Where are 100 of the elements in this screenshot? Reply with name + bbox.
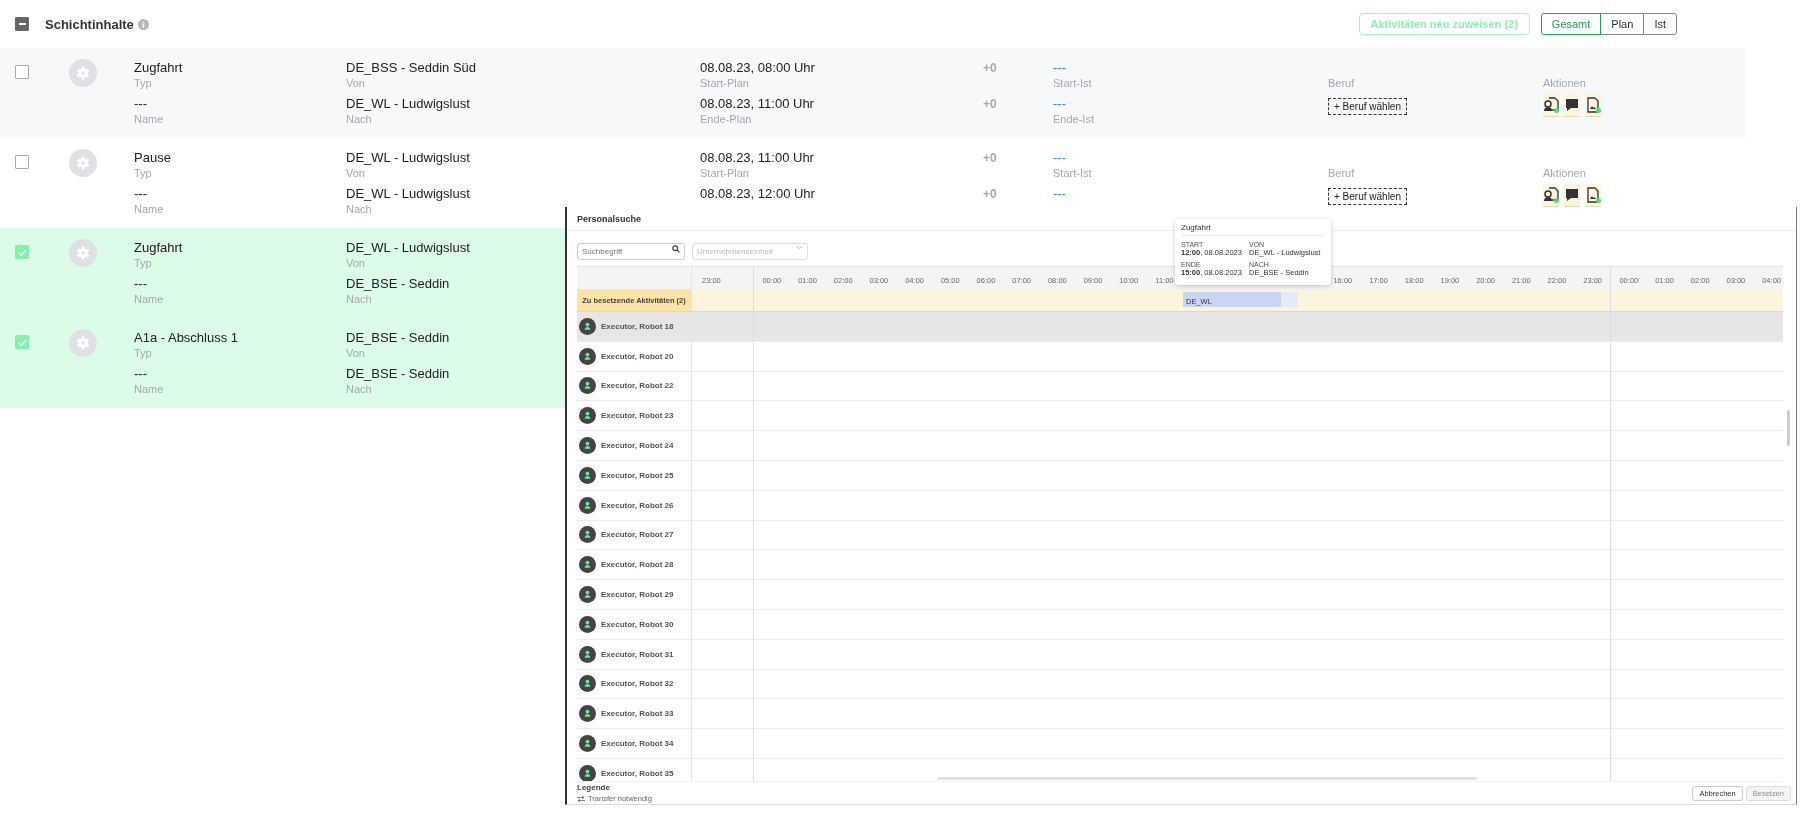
executor-row[interactable]: Executor, Robot 33 bbox=[577, 699, 1783, 730]
unit-dropdown[interactable]: Unternehmenseinheit bbox=[692, 243, 808, 260]
field-value: DE_WL - Ludwigslust bbox=[346, 150, 470, 166]
gear-icon bbox=[69, 59, 97, 87]
field-label: Von bbox=[346, 346, 365, 360]
avatar-icon bbox=[579, 317, 596, 335]
row-checkbox[interactable] bbox=[15, 245, 29, 259]
executor-row[interactable]: Executor, Robot 27 bbox=[577, 520, 1783, 551]
executor-name: Executor, Robot 20 bbox=[601, 351, 674, 361]
field-value: 08.08.23, 08:00 Uhr bbox=[700, 60, 815, 76]
image-document-icon bbox=[1585, 93, 1601, 117]
field-value: DE_BSE - Seddin bbox=[346, 330, 450, 346]
field-label: Ende-Plan bbox=[700, 112, 752, 126]
executor-name: Executor, Robot 24 bbox=[601, 441, 674, 451]
field-value: 08.08.23, 11:00 Uhr bbox=[700, 96, 814, 112]
row-checkbox[interactable] bbox=[15, 155, 29, 169]
executor-name: Executor, Robot 34 bbox=[601, 739, 674, 749]
person-document-icon bbox=[1543, 183, 1559, 207]
gear-icon bbox=[69, 149, 97, 177]
field-value: --- bbox=[1053, 150, 1066, 166]
field-value: --- bbox=[134, 96, 147, 112]
view-tab[interactable]: Plan bbox=[1600, 13, 1645, 35]
field-label: Beruf bbox=[1328, 166, 1356, 180]
field-value: A1a - Abschluss 1 bbox=[134, 330, 239, 346]
field-value: Pause bbox=[134, 150, 171, 166]
executor-row[interactable]: Executor, Robot 28 bbox=[577, 550, 1783, 581]
executor-name: Executor, Robot 33 bbox=[601, 709, 674, 719]
field-label: Name bbox=[134, 292, 164, 306]
section-title: Schichtinhalte bbox=[45, 16, 134, 32]
field-label: Nach bbox=[346, 112, 372, 126]
executor-name: Executor, Robot 35 bbox=[601, 768, 674, 778]
field-label: Ende-Ist bbox=[1053, 112, 1094, 126]
field-label: Start-Ist bbox=[1053, 76, 1092, 90]
search-icon bbox=[672, 245, 680, 253]
field-label: Aktionen bbox=[1543, 166, 1587, 180]
select-all-checkbox[interactable] bbox=[15, 17, 29, 31]
avatar-icon bbox=[579, 764, 596, 781]
field-label: Beruf bbox=[1328, 76, 1356, 90]
search-field[interactable]: Suchbegriff bbox=[577, 243, 685, 260]
executor-row[interactable]: Executor, Robot 29 bbox=[577, 580, 1783, 610]
field-value: 08.08.23, 11:00 Uhr bbox=[700, 150, 814, 166]
row-checkbox[interactable] bbox=[15, 335, 29, 349]
delta-value: +0 bbox=[983, 150, 998, 167]
executor-name: Executor, Robot 27 bbox=[601, 530, 674, 540]
field-label: Typ bbox=[134, 76, 152, 90]
comment-icon bbox=[1564, 93, 1580, 117]
executor-name: Executor, Robot 22 bbox=[601, 381, 674, 391]
field-label: Name bbox=[134, 202, 164, 216]
executor-row[interactable]: Executor, Robot 31 bbox=[577, 639, 1783, 670]
image-document-icon bbox=[1585, 183, 1601, 207]
field-value: --- bbox=[134, 186, 147, 202]
executor-name: Executor, Robot 28 bbox=[601, 560, 674, 570]
executor-row[interactable]: Executor, Robot 25 bbox=[577, 461, 1783, 491]
avatar-icon bbox=[579, 556, 596, 574]
executor-row[interactable]: Executor, Robot 20 bbox=[577, 341, 1783, 372]
field-label: Typ bbox=[134, 346, 152, 360]
avatar-icon bbox=[579, 466, 596, 484]
tooltip-title: Zugfahrt bbox=[1181, 219, 1325, 236]
executor-name: Executor, Robot 18 bbox=[601, 321, 674, 331]
profession-button[interactable]: + Beruf wählen bbox=[1328, 188, 1407, 205]
field-value: DE_BSE - Seddin bbox=[346, 366, 450, 382]
delta-value: +0 bbox=[983, 96, 998, 113]
executor-row[interactable]: Executor, Robot 22 bbox=[577, 371, 1783, 402]
executor-row[interactable]: Executor, Robot 23 bbox=[577, 401, 1783, 432]
field-value: --- bbox=[134, 276, 147, 292]
field-label: Typ bbox=[134, 256, 152, 270]
field-label: Start-Plan bbox=[700, 76, 749, 90]
row-checkbox[interactable] bbox=[15, 65, 29, 79]
executor-row[interactable]: Executor, Robot 18 bbox=[577, 312, 1783, 342]
field-value: --- bbox=[134, 366, 147, 382]
avatar-icon bbox=[579, 347, 596, 365]
field-value: DE_WL - Ludwigslust bbox=[346, 96, 470, 112]
avatar-icon bbox=[579, 586, 596, 604]
field-label: Name bbox=[134, 112, 164, 126]
executor-name: Executor, Robot 25 bbox=[601, 470, 674, 480]
executor-name: Executor, Robot 29 bbox=[601, 590, 674, 600]
view-tab[interactable]: Ist bbox=[1643, 13, 1677, 35]
delta-value: +0 bbox=[983, 186, 998, 203]
executor-row[interactable]: Executor, Robot 26 bbox=[577, 490, 1783, 521]
scrollbar[interactable] bbox=[1787, 410, 1790, 446]
avatar-icon bbox=[579, 735, 596, 753]
executor-row[interactable]: Executor, Robot 34 bbox=[577, 729, 1783, 759]
executor-row[interactable]: Executor, Robot 32 bbox=[577, 669, 1783, 700]
executor-row[interactable]: Executor, Robot 24 bbox=[577, 431, 1783, 461]
comment-icon bbox=[1564, 183, 1580, 207]
field-label: Aktionen bbox=[1543, 76, 1587, 90]
legend-title: Legende bbox=[577, 783, 611, 792]
field-value: DE_WL - Ludwigslust bbox=[346, 240, 470, 256]
field-label: Von bbox=[346, 166, 365, 180]
executor-name: Executor, Robot 31 bbox=[601, 649, 674, 659]
person-document-icon bbox=[1543, 93, 1559, 117]
profession-button[interactable]: + Beruf wählen bbox=[1328, 98, 1407, 115]
field-label: Nach bbox=[346, 202, 372, 216]
field-value: --- bbox=[1053, 60, 1066, 76]
field-value: DE_WL - Ludwigslust bbox=[346, 186, 470, 202]
gear-icon bbox=[69, 239, 97, 267]
field-label: Nach bbox=[346, 382, 372, 396]
executor-row[interactable]: Executor, Robot 30 bbox=[577, 609, 1783, 640]
caret-icon bbox=[796, 245, 803, 250]
field-label: Von bbox=[346, 256, 365, 270]
